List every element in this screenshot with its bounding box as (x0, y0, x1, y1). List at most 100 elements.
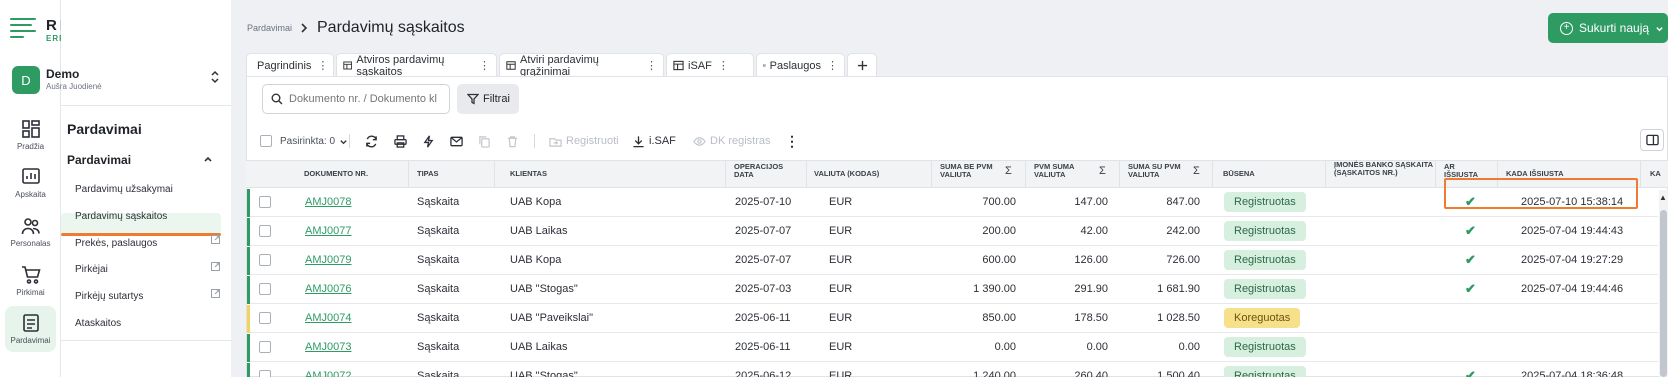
plus-circle-icon: + (1560, 21, 1573, 35)
sidebar-item-prekes[interactable]: Prekės, paslaugos (75, 238, 157, 249)
kebab-icon[interactable]: ⋮ (718, 59, 729, 72)
select-all-dropdown[interactable]: Pasirinkta: 0 (260, 130, 348, 152)
col-header-cut[interactable]: KA (1650, 170, 1661, 178)
cell-vat: 126.00 (1074, 254, 1108, 266)
col-header-sent-at[interactable]: KADA IŠSIUSTA (1506, 170, 1564, 178)
col-header-currency[interactable]: VALIUTA (KODAS) (814, 170, 879, 178)
tab-atviri-grazinimai[interactable]: Atviri pardavimų grąžinimai ⋮ (499, 53, 664, 78)
kebab-icon[interactable]: ⋮ (317, 59, 328, 72)
rail-item-personalas[interactable]: Personalas (0, 209, 61, 255)
chevron-down-icon (1656, 26, 1663, 31)
chevron-up-icon[interactable] (203, 153, 213, 167)
register-button[interactable]: Registruoti (549, 130, 619, 152)
row-checkbox[interactable] (259, 341, 271, 353)
row-checkbox[interactable] (259, 312, 271, 324)
doc-number-link[interactable]: AMJ0077 (305, 225, 351, 237)
cell-currency: EUR (829, 341, 853, 353)
rail-item-pradzia[interactable]: Pradžia (0, 112, 61, 158)
cell-currency: EUR (829, 254, 853, 266)
action-button[interactable] (422, 130, 435, 152)
kebab-icon[interactable]: ⋮ (646, 59, 657, 72)
sum-icon[interactable]: Σ (1193, 165, 1200, 177)
column-toggle-button[interactable] (1640, 129, 1664, 151)
rail-item-pardavimai[interactable]: Pardavimai (5, 306, 56, 352)
doc-number-link[interactable]: AMJ0076 (305, 283, 351, 295)
sidebar-item-sutartys[interactable]: Pirkėjų sutartys (75, 291, 143, 302)
org-avatar[interactable]: D (12, 66, 40, 94)
add-tab-button[interactable] (847, 53, 877, 77)
search-box[interactable] (262, 84, 450, 114)
check-icon: ✔ (1465, 252, 1476, 267)
org-name[interactable]: Demo (46, 67, 79, 81)
col-header-status[interactable]: BŪSENA (1223, 170, 1255, 178)
cell-net: 600.00 (982, 254, 1016, 266)
row-checkbox[interactable] (259, 196, 271, 208)
col-header-gross[interactable]: SUMA SU PVM VALIUTA (1128, 163, 1192, 179)
isaf-button[interactable]: i.SAF (632, 130, 676, 152)
email-button[interactable] (450, 130, 463, 152)
col-header-bank[interactable]: ĮMONĖS BANKO SĄSKAITA (SĄSKAITOS NR.) (1334, 161, 1434, 177)
sidebar-item-pirkejai[interactable]: Pirkėjai (75, 264, 108, 275)
rail-item-apskaita[interactable]: Apskaita (0, 160, 61, 206)
cell-date: 2025-06-11 (735, 312, 791, 324)
delete-button[interactable] (506, 130, 519, 152)
tab-atviros-saskaitos[interactable]: Atviros pardavimų sąskaitos ⋮ (336, 53, 497, 78)
sidebar-divider (61, 105, 231, 106)
row-checkbox[interactable] (259, 370, 271, 377)
doc-number-link[interactable]: AMJ0072 (305, 370, 351, 377)
sidebar-group-pardavimai[interactable]: Pardavimai (67, 153, 131, 167)
sum-icon[interactable]: Σ (1099, 165, 1106, 177)
sidebar-item-ataskaitos[interactable]: Ataskaitos (75, 318, 121, 329)
breadcrumb[interactable]: Pardavimai (247, 23, 292, 33)
row-checkbox[interactable] (259, 283, 271, 295)
more-actions-icon[interactable]: ⋮ (785, 130, 799, 152)
dk-register-button[interactable]: DK registras (693, 130, 771, 152)
col-sep (1025, 160, 1026, 188)
copy-button[interactable] (478, 130, 491, 152)
doc-number-link[interactable]: AMJ0073 (305, 341, 351, 353)
sidebar-item-uzsakymai[interactable]: Pardavimų užsakymai (75, 184, 173, 195)
cell-type: Sąskaita (417, 312, 460, 324)
doc-number-link[interactable]: AMJ0074 (305, 312, 351, 324)
cell-client: UAB Laikas (510, 341, 568, 353)
kebab-icon[interactable]: ⋮ (827, 59, 838, 72)
cell-vat: 260.40 (1074, 370, 1108, 377)
doc-number-link[interactable]: AMJ0079 (305, 254, 351, 266)
row-checkbox[interactable] (259, 254, 271, 266)
col-header-net[interactable]: SUMA BE PVM VALIUTA (940, 163, 1012, 179)
col-header-vat[interactable]: PVM SUMA VALIUTA (1034, 163, 1098, 179)
row-status-bar (247, 247, 250, 275)
people-icon (21, 218, 40, 235)
col-header-client[interactable]: KLIENTAS (510, 170, 547, 178)
refresh-button[interactable] (365, 130, 378, 152)
col-sep (1325, 160, 1326, 188)
register-label: Registruoti (566, 135, 619, 147)
search-input[interactable] (289, 93, 439, 105)
col-header-type[interactable]: TIPAS (417, 170, 439, 178)
kebab-icon[interactable]: ⋮ (479, 59, 490, 72)
sidebar-item-saskaitos[interactable]: Pardavimų sąskaitos (75, 211, 167, 222)
trash-icon (507, 135, 518, 147)
tab-paslaugos[interactable]: Paslaugos ⋮ (756, 53, 845, 77)
col-header-doc[interactable]: DOKUMENTO NR. (304, 170, 368, 178)
tab-pagrindinis[interactable]: Pagrindinis ⋮ (246, 53, 334, 77)
sum-icon[interactable]: Σ (1005, 165, 1012, 177)
toolbar-divider (349, 134, 350, 148)
selected-count: Pasirinkta: 0 (280, 135, 336, 147)
create-new-button[interactable]: + Sukurti naują (1548, 13, 1668, 43)
org-switch-icon[interactable] (210, 70, 220, 87)
filter-button[interactable]: Filtrai (457, 84, 519, 114)
col-header-date[interactable]: OPERACIJOS DATA (734, 163, 794, 179)
rail-label: Apskaita (15, 190, 46, 199)
cell-type: Sąskaita (417, 225, 460, 237)
tab-isaf[interactable]: iSAF ⋮ (666, 53, 754, 77)
col-header-sent[interactable]: AR IŠSIUSTA (1444, 163, 1484, 179)
app-window: RIVILE ERP Pradžia Apskaita Personalas P… (0, 0, 1668, 377)
scrollbar-thumb[interactable] (1660, 210, 1667, 377)
print-button[interactable] (394, 130, 407, 152)
rail-item-pirkimai[interactable]: Pirkimai (0, 258, 61, 304)
scroll-up-icon[interactable]: ▲ (1659, 193, 1667, 202)
doc-number-link[interactable]: AMJ0078 (305, 196, 351, 208)
row-checkbox[interactable] (259, 225, 271, 237)
select-all-checkbox[interactable] (260, 135, 272, 147)
